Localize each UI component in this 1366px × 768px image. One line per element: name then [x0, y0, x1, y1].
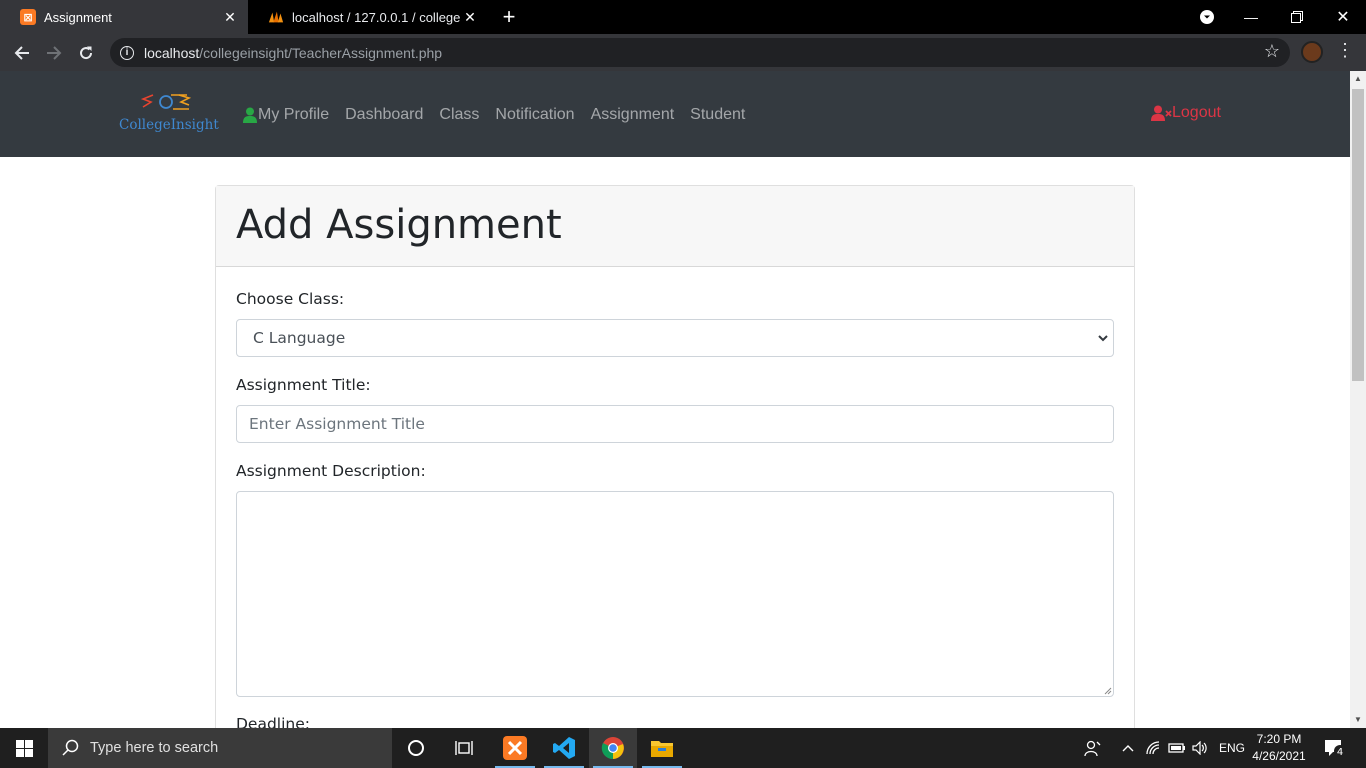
file-explorer-taskbar-icon[interactable] [638, 728, 686, 768]
clock-date: 4/26/2021 [1252, 749, 1306, 763]
taskbar-search-box[interactable]: Type here to search [48, 728, 392, 768]
scrollbar-thumb[interactable] [1352, 89, 1364, 381]
add-assignment-card: Add Assignment Choose Class: C Language … [215, 185, 1135, 728]
nav-my-profile[interactable]: My Profile [243, 106, 329, 124]
clock-time: 7:20 PM [1256, 732, 1302, 746]
profile-avatar[interactable] [1301, 41, 1323, 63]
site-navbar: CollegeInsight My Profile Dashboard Clas… [0, 71, 1350, 157]
system-clock[interactable]: 7:20 PM 4/26/2021 [1248, 731, 1310, 765]
network-icon[interactable] [1146, 728, 1162, 768]
xampp-icon: ⊠ [20, 9, 36, 25]
page-scrollbar[interactable]: ▲ ▼ [1350, 71, 1366, 728]
nav-dashboard[interactable]: Dashboard [345, 106, 423, 124]
notification-center-icon[interactable]: 4 [1324, 728, 1346, 768]
volume-icon[interactable] [1192, 728, 1208, 768]
bookmark-star-icon[interactable]: ☆ [1264, 41, 1280, 62]
notification-count: 4 [1337, 747, 1343, 758]
nav-notification[interactable]: Notification [495, 106, 574, 124]
class-select[interactable]: C Language [236, 319, 1114, 357]
resize-grip-icon[interactable] [1102, 685, 1112, 695]
windows-start-icon[interactable] [0, 728, 48, 768]
scroll-up-icon[interactable]: ▲ [1350, 71, 1366, 87]
tab-assignment[interactable]: ⊠ Assignment ✕ [0, 0, 248, 34]
nav-my-profile-label: My Profile [258, 106, 330, 123]
card-header: Add Assignment [216, 186, 1134, 267]
choose-class-label: Choose Class: [236, 290, 345, 308]
search-icon [62, 739, 79, 756]
brand-logo[interactable]: CollegeInsight [119, 93, 223, 135]
minimize-icon[interactable]: — [1228, 0, 1274, 34]
reload-icon[interactable] [73, 40, 99, 66]
close-tab-icon[interactable]: ✕ [460, 9, 480, 26]
assignment-title-label: Assignment Title: [236, 376, 371, 394]
task-view-icon[interactable] [440, 728, 488, 768]
page-title: Add Assignment [236, 202, 562, 248]
page-viewport: CollegeInsight My Profile Dashboard Clas… [0, 71, 1350, 728]
nav-assignment[interactable]: Assignment [591, 106, 675, 124]
assignment-title-input[interactable]: Enter Assignment Title [236, 405, 1114, 443]
browser-tab-strip: ⊠ Assignment ✕ localhost / 127.0.0.1 / c… [0, 0, 1366, 34]
class-select-value: C Language [253, 329, 346, 347]
user-icon [243, 107, 257, 123]
assignment-description-label: Assignment Description: [236, 462, 426, 480]
logout-label: Logout [1172, 104, 1221, 121]
browser-menu-icon[interactable]: ⋮ [1336, 40, 1354, 61]
forward-icon[interactable] [41, 40, 67, 66]
tab-title: localhost / 127.0.0.1 / collegeinsi [292, 9, 460, 25]
chrome-taskbar-icon[interactable] [589, 728, 637, 768]
brand-logo-icon [141, 94, 191, 110]
browser-toolbar: i localhost/collegeinsight/TeacherAssign… [0, 34, 1366, 71]
new-tab-icon[interactable]: + [499, 6, 519, 28]
address-bar[interactable]: i localhost/collegeinsight/TeacherAssign… [110, 38, 1290, 67]
xampp-taskbar-icon[interactable] [491, 728, 539, 768]
language-indicator[interactable]: ENG [1219, 728, 1245, 768]
taskbar-search-placeholder: Type here to search [90, 740, 219, 756]
tab-title: Assignment [44, 9, 112, 25]
windows-taskbar: Type here to search ENG 7:20 PM 4/26/202… [0, 728, 1366, 768]
people-icon[interactable] [1084, 728, 1102, 768]
tab-search-icon[interactable] [1184, 0, 1230, 34]
nav-class[interactable]: Class [439, 106, 479, 124]
user-times-icon [1151, 105, 1172, 121]
restore-icon[interactable] [1274, 0, 1320, 34]
vscode-taskbar-icon[interactable] [540, 728, 588, 768]
nav-student[interactable]: Student [690, 106, 745, 124]
close-tab-icon[interactable]: ✕ [220, 9, 240, 26]
tab-phpmyadmin[interactable]: localhost / 127.0.0.1 / collegeinsi ✕ [248, 0, 488, 34]
assignment-description-textarea[interactable] [236, 491, 1114, 697]
logout-link[interactable]: Logout [1151, 104, 1221, 122]
nav-links: My Profile Dashboard Class Notification … [243, 104, 761, 126]
cortana-icon[interactable] [392, 728, 440, 768]
url-text: localhost/collegeinsight/TeacherAssignme… [144, 44, 443, 61]
scroll-down-icon[interactable]: ▼ [1350, 712, 1366, 728]
svg-text:⊠: ⊠ [23, 11, 32, 24]
tray-chevron-up-icon[interactable] [1122, 728, 1134, 768]
assignment-title-placeholder: Enter Assignment Title [249, 415, 425, 433]
phpmyadmin-icon [268, 9, 284, 25]
close-window-icon[interactable]: ✕ [1320, 0, 1366, 34]
battery-icon[interactable] [1168, 728, 1186, 768]
deadline-label: Deadline: [236, 715, 311, 728]
chevron-down-icon [1098, 335, 1108, 342]
site-info-icon[interactable]: i [120, 45, 134, 60]
brand-name: CollegeInsight [119, 117, 219, 133]
back-icon[interactable] [9, 40, 35, 66]
